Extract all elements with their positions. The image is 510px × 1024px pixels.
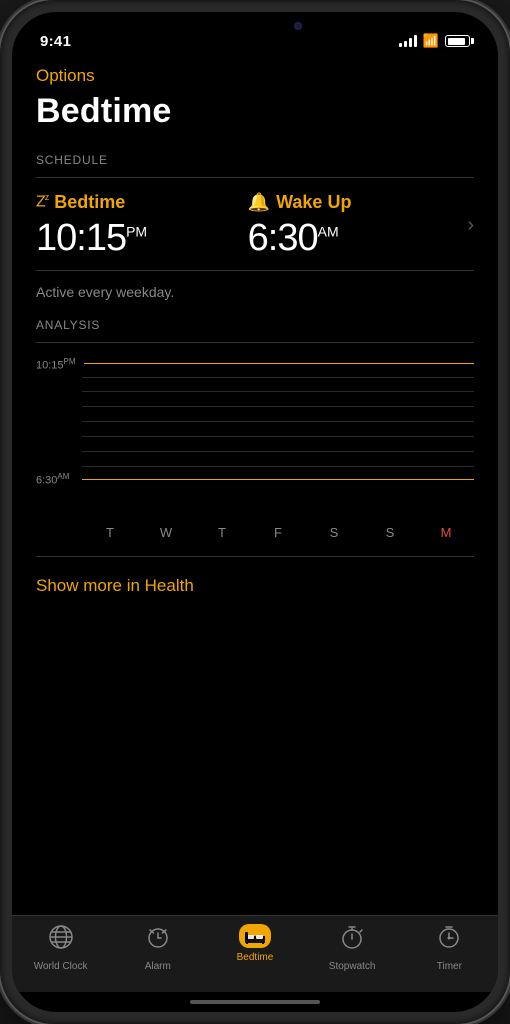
schedule-bottom-divider [36, 270, 474, 271]
tab-world-clock[interactable]: World Clock [29, 924, 93, 972]
analysis-section-label: ANALYSIS [36, 318, 474, 332]
chart-wakeup-label: 6:30AM [36, 472, 74, 487]
wakeup-time: 6:30AM [248, 217, 460, 260]
bell-icon: 🔔 [248, 192, 270, 213]
stopwatch-tab-label: Stopwatch [329, 961, 376, 972]
sleep-chart: 10:15PM 6:30AM [36, 357, 474, 517]
camera-dot [294, 22, 302, 30]
battery-icon [445, 35, 470, 47]
stopwatch-icon [339, 924, 365, 957]
alarm-icon [145, 924, 171, 957]
bedtime-item[interactable]: Zz Bedtime 10:15PM [36, 192, 248, 260]
day-T1: T [100, 525, 120, 540]
home-bar [190, 1000, 320, 1004]
days-row: T W T F S S M [36, 525, 474, 540]
show-health-link[interactable]: Show more in Health [36, 576, 474, 596]
chart-bedtime-line: 10:15PM [36, 357, 474, 372]
health-divider [36, 556, 474, 557]
schedule-row: Zz Bedtime 10:15PM 🔔 Wake Up 6:30AM [36, 192, 474, 270]
schedule-divider [36, 177, 474, 178]
chart-grid [82, 377, 474, 467]
globe-icon [48, 924, 74, 957]
tab-timer[interactable]: Timer [417, 924, 481, 972]
phone-screen: 9:41 📶 Options Bedtime SCHEDULE [12, 12, 498, 1012]
wifi-icon: 📶 [423, 33, 439, 49]
day-S1: S [324, 525, 344, 540]
timer-tab-label: Timer [437, 961, 462, 972]
status-icons: 📶 [399, 33, 470, 49]
day-T2: T [212, 525, 232, 540]
options-button[interactable]: Options [36, 66, 474, 86]
timer-icon [436, 924, 462, 957]
wakeup-label: Wake Up [276, 192, 351, 213]
phone-frame: 9:41 📶 Options Bedtime SCHEDULE [0, 0, 510, 1024]
wakeup-item[interactable]: 🔔 Wake Up 6:30AM [248, 192, 460, 260]
chevron-right-icon: › [459, 214, 474, 237]
chart-bedtime-label: 10:15PM [36, 357, 76, 372]
bedtime-time: 10:15PM [36, 217, 248, 260]
bedtime-label: Bedtime [54, 192, 125, 213]
active-text: Active every weekday. [36, 284, 474, 300]
tab-bedtime[interactable]: Bedtime [223, 924, 287, 963]
chart-wakeup-line: 6:30AM [36, 472, 474, 487]
alarm-tab-label: Alarm [145, 961, 171, 972]
day-M: M [436, 525, 456, 540]
tab-bar: World Clock Alarm [12, 915, 498, 992]
page-title: Bedtime [36, 92, 474, 131]
zzz-icon: Zz [36, 192, 48, 211]
tab-alarm[interactable]: Alarm [126, 924, 190, 972]
world-clock-tab-label: World Clock [34, 961, 88, 972]
day-S2: S [380, 525, 400, 540]
day-W: W [156, 525, 176, 540]
app-content: Options Bedtime SCHEDULE Zz Bedtime 10:1… [12, 56, 498, 915]
tab-stopwatch[interactable]: Stopwatch [320, 924, 384, 972]
signal-icon [399, 35, 417, 47]
home-indicator [12, 992, 498, 1012]
schedule-section-label: SCHEDULE [36, 153, 474, 167]
day-F: F [268, 525, 288, 540]
bedtime-tab-label: Bedtime [237, 952, 274, 963]
analysis-section: ANALYSIS [36, 318, 474, 540]
bedtime-tab-icon [239, 924, 271, 948]
notch [180, 12, 330, 42]
analysis-divider [36, 342, 474, 343]
status-time: 9:41 [40, 33, 71, 50]
